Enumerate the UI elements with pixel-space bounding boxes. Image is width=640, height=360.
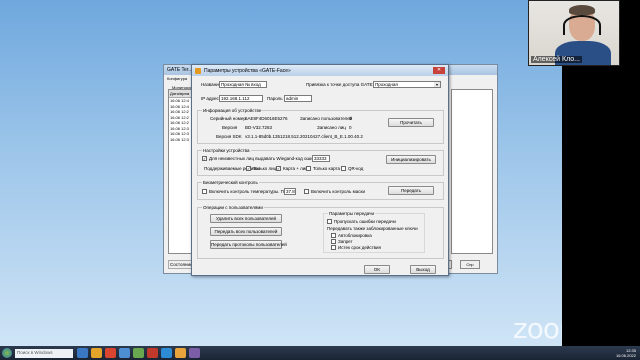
users-group-title: Операции с пользователями bbox=[202, 205, 264, 210]
send-user-logs-button[interactable]: Передать протоколы пользователей bbox=[210, 240, 287, 249]
access-point-label: Привязка к точке доступа GATE: bbox=[306, 82, 374, 87]
expired-label: Истек срок действия bbox=[338, 245, 381, 250]
mode-face-label: Только лицо bbox=[253, 166, 279, 171]
ip-label: IP адрес bbox=[201, 96, 219, 101]
zoom-watermark: zoom bbox=[513, 312, 562, 345]
participant-name: Алексей Кло... bbox=[531, 56, 583, 63]
delete-users-button[interactable]: Удалить всех пользователей bbox=[210, 214, 282, 223]
dialog-title: Параметры устройства «GATE-Face» bbox=[204, 67, 291, 74]
password-input[interactable]: admin bbox=[284, 95, 312, 102]
records-users-value: 0 bbox=[349, 116, 352, 121]
headset-icon bbox=[563, 15, 601, 35]
serial-label: Серийный номер bbox=[210, 116, 246, 121]
forbid-label: Запрет bbox=[338, 239, 353, 244]
webcam-tile[interactable]: Алексей Кло... bbox=[528, 0, 620, 66]
records-users-label: Записано пользователей bbox=[300, 116, 353, 121]
ip-input[interactable]: 192.168.1.112 bbox=[219, 95, 263, 102]
biometric-group-title: Биометрический контроль bbox=[202, 180, 259, 185]
send-all-users-button[interactable]: Передать всех пользователей bbox=[210, 227, 282, 236]
read-button[interactable]: Прочитать bbox=[388, 118, 434, 127]
zoom-app-icon[interactable] bbox=[161, 348, 172, 358]
dialog-titlebar[interactable]: Параметры устройства «GATE-Face» ✕ bbox=[192, 65, 448, 76]
mask-label: Включить контроль маски bbox=[311, 189, 365, 194]
windows-taskbar: Поиск в Windows 12:35 16.06.2022 bbox=[0, 346, 640, 360]
device-settings-dialog: Параметры устройства «GATE-Face» ✕ Назва… bbox=[191, 64, 449, 276]
temp-checkbox[interactable] bbox=[202, 189, 207, 194]
mode-card-face-checkbox[interactable]: ✓ bbox=[276, 166, 281, 171]
version-value: BD-V32.7263 bbox=[245, 125, 273, 130]
app-icon bbox=[195, 67, 201, 74]
expired-checkbox[interactable] bbox=[331, 245, 336, 250]
init-button[interactable]: Инициализировать bbox=[386, 155, 436, 164]
access-point-value: Проходная bbox=[375, 82, 398, 87]
records-faces-value: 0 bbox=[349, 125, 352, 130]
mode-qr-label: QR-код bbox=[348, 166, 364, 171]
exit-button[interactable]: Выход bbox=[410, 265, 436, 274]
skip-errors-checkbox[interactable] bbox=[327, 219, 332, 224]
mode-qr-checkbox[interactable] bbox=[341, 166, 346, 171]
password-label: Пароль bbox=[267, 96, 283, 101]
temp-label: Включить контроль температуры. Порог bbox=[209, 189, 294, 194]
version-label: Версия bbox=[222, 125, 238, 130]
mode-card-label: Только карта bbox=[313, 166, 341, 171]
right-panel bbox=[451, 89, 493, 254]
chrome-icon[interactable] bbox=[105, 348, 116, 358]
records-faces-label: Записано лиц bbox=[317, 125, 346, 130]
skip-errors-label: Пропускать ошибки передачи bbox=[334, 219, 396, 224]
mode-face-checkbox[interactable]: ✓ bbox=[246, 166, 251, 171]
forbid-checkbox[interactable] bbox=[331, 239, 336, 244]
help-button-bg[interactable]: Спр bbox=[460, 260, 480, 269]
chevron-down-icon[interactable]: ▾ bbox=[434, 82, 440, 87]
shared-screen: GATE Ter... Конфигура Мониторинг Дата/вр… bbox=[0, 0, 562, 346]
name-input[interactable]: Проходная № вход bbox=[219, 81, 267, 88]
wiegand-input[interactable]: 33333 bbox=[312, 155, 330, 162]
app-icon-6[interactable] bbox=[147, 348, 158, 358]
mode-card-checkbox[interactable] bbox=[306, 166, 311, 171]
access-point-select[interactable]: Проходная ▾ bbox=[373, 81, 441, 88]
start-icon[interactable] bbox=[2, 348, 12, 358]
taskbar-search[interactable]: Поиск в Windows bbox=[15, 348, 73, 358]
modes-label: Поддерживаемые режимы bbox=[204, 166, 260, 171]
app-icon-8[interactable] bbox=[175, 348, 186, 358]
autoblock-label: Автоблокировка bbox=[338, 233, 372, 238]
sdk-label: Версия SDK bbox=[216, 134, 242, 139]
mask-checkbox[interactable] bbox=[304, 189, 309, 194]
wiegand-label: Для неизвестных лиц выдавать Wiegand-код… bbox=[209, 156, 320, 161]
clock-date: 16.06.2022 bbox=[615, 353, 636, 358]
close-icon[interactable]: ✕ bbox=[433, 67, 445, 74]
task-view-icon[interactable] bbox=[77, 348, 88, 358]
autoblock-checkbox[interactable] bbox=[331, 233, 336, 238]
app-icon-4[interactable] bbox=[119, 348, 130, 358]
send-button[interactable]: Передать bbox=[388, 186, 434, 195]
also-send-label: Передавать также заблокированные ключи bbox=[327, 226, 418, 231]
transfer-group-title: Параметры передачи bbox=[328, 211, 375, 216]
file-explorer-icon[interactable] bbox=[91, 348, 102, 358]
system-clock[interactable]: 12:35 16.06.2022 bbox=[616, 348, 640, 358]
app-icon-5[interactable] bbox=[133, 348, 144, 358]
wiegand-checkbox[interactable]: ✓ bbox=[202, 156, 207, 161]
ok-button[interactable]: OK bbox=[364, 265, 390, 274]
sdk-value: v3.1.1-85d0b.1351218.512.20210427.client… bbox=[245, 134, 363, 139]
settings-group-title: Настройки устройства bbox=[202, 148, 251, 153]
info-group-title: Информация об устройстве bbox=[202, 108, 263, 113]
temp-input[interactable]: 37.8 bbox=[284, 188, 296, 195]
app-icon-9[interactable] bbox=[189, 348, 200, 358]
serial-value: 6AE8F4D6016E5276 bbox=[245, 116, 288, 121]
participant-hair bbox=[569, 5, 595, 15]
